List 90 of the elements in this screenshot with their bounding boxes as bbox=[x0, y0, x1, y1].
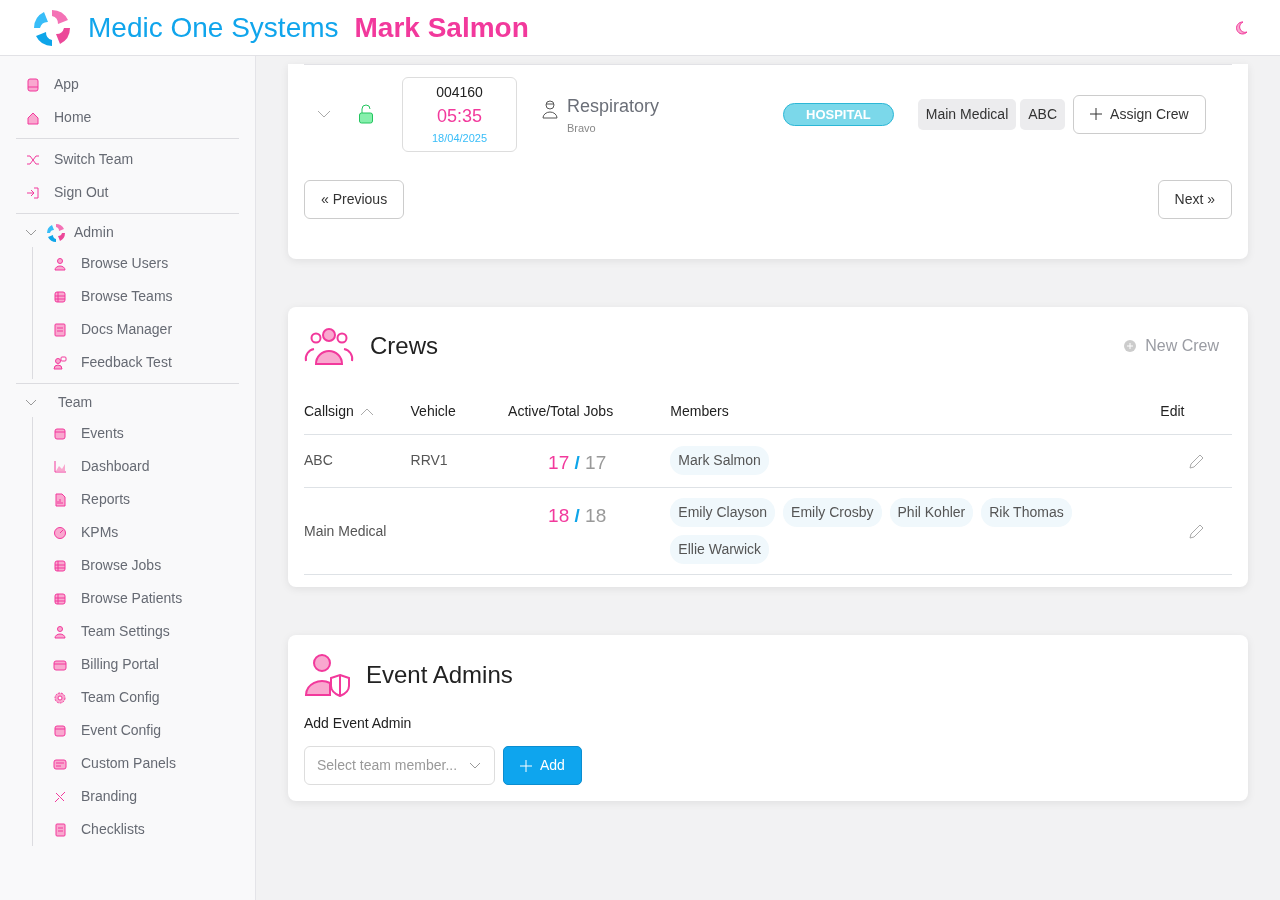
column-header[interactable]: Edit bbox=[1160, 388, 1232, 434]
member-chip: Emily Clayson bbox=[670, 498, 776, 527]
job-subtitle: Bravo bbox=[567, 120, 597, 136]
users-icon bbox=[53, 256, 67, 271]
job-count: 18 / 18 bbox=[548, 505, 607, 526]
member-chip: Mark Salmon bbox=[670, 446, 769, 476]
tablet-icon bbox=[26, 77, 40, 92]
table-icon bbox=[53, 558, 67, 573]
member-chip: Ellie Warwick bbox=[670, 535, 770, 564]
add-button[interactable]: Add bbox=[503, 746, 582, 785]
sidebar-item[interactable]: Browse Jobs bbox=[43, 549, 239, 582]
sidebar-item[interactable]: Team Settings bbox=[43, 615, 239, 648]
document-icon bbox=[53, 322, 67, 337]
job-count: 17 / 17 bbox=[548, 451, 607, 473]
home-icon bbox=[26, 110, 40, 125]
column-header[interactable]: Members bbox=[670, 388, 1161, 434]
calendar-icon bbox=[53, 426, 67, 441]
sidebar-item[interactable]: Team Config bbox=[43, 681, 239, 714]
plus-icon bbox=[1090, 108, 1103, 121]
users-icon bbox=[304, 326, 354, 365]
section-title: Crews bbox=[370, 330, 438, 361]
section-header[interactable]: Team bbox=[58, 392, 93, 413]
pencil-icon[interactable] bbox=[1187, 522, 1206, 541]
logo-icon bbox=[32, 7, 72, 48]
card-icon bbox=[53, 657, 67, 672]
field-label: Add Event Admin bbox=[304, 714, 413, 733]
sign-in-icon bbox=[26, 185, 40, 200]
select-field[interactable]: Select team member... bbox=[304, 746, 495, 785]
new-crew-button[interactable]: New Crew bbox=[1110, 326, 1232, 365]
plus-circle-icon bbox=[1123, 338, 1138, 353]
previous-button[interactable]: « Previous bbox=[304, 179, 405, 219]
sidebar-item[interactable]: Custom Panels bbox=[43, 747, 239, 780]
brand-name: Medic One Systems bbox=[88, 10, 339, 45]
user-shield-icon bbox=[304, 653, 350, 697]
gauge-icon bbox=[53, 525, 67, 540]
user-name: Mark Salmon bbox=[354, 10, 529, 45]
job-summary[interactable]: 004160 05:35 18/04/2025 bbox=[402, 77, 517, 152]
job-type: Respiratory bbox=[567, 94, 660, 118]
medic-person-icon bbox=[541, 98, 559, 119]
column-header[interactable]: Callsign bbox=[304, 388, 411, 434]
gear-icon bbox=[53, 690, 67, 705]
sidebar-item[interactable]: App bbox=[16, 68, 239, 101]
member-chip: Phil Kohler bbox=[889, 498, 974, 527]
sidebar-item[interactable]: Event Config bbox=[43, 714, 239, 747]
member-chip: Emily Crosby bbox=[783, 498, 882, 527]
column-header[interactable]: Active/Total Jobs bbox=[508, 388, 671, 434]
sort-up-icon bbox=[359, 406, 374, 417]
sidebar-item[interactable]: Dashboard bbox=[43, 450, 239, 483]
chart-icon bbox=[53, 459, 67, 474]
file-chart-icon bbox=[53, 492, 67, 507]
sidebar-item[interactable]: Browse Teams bbox=[43, 280, 239, 313]
column-header[interactable]: Vehicle bbox=[410, 388, 509, 434]
sidebar-item[interactable]: Browse Users bbox=[43, 247, 239, 280]
table-cell: ABC bbox=[304, 434, 411, 488]
moon-icon[interactable] bbox=[1234, 20, 1248, 35]
sidebar-item[interactable]: Sign Out bbox=[16, 176, 239, 209]
chat-user-icon bbox=[53, 355, 67, 370]
sidebar-item[interactable]: Switch Team bbox=[16, 143, 239, 176]
section-title: Event Admins bbox=[366, 660, 513, 690]
table-icon bbox=[53, 289, 67, 304]
section-header[interactable]: Admin bbox=[74, 222, 114, 243]
sidebar-item[interactable]: KPMs bbox=[43, 516, 239, 549]
sidebar-item[interactable]: Feedback Test bbox=[43, 346, 239, 379]
sidebar-item[interactable]: Home bbox=[16, 101, 239, 134]
table-cell: Main Medical bbox=[304, 487, 411, 575]
sidebar-item[interactable]: Docs Manager bbox=[43, 313, 239, 346]
calendar-icon bbox=[53, 723, 67, 738]
job-number: 004160 bbox=[435, 83, 484, 102]
assign-crew-button[interactable]: Assign Crew bbox=[1073, 94, 1206, 134]
table-cell: RRV1 bbox=[410, 434, 509, 488]
pencil-icon[interactable] bbox=[1187, 452, 1206, 471]
job-time: 05:35 bbox=[435, 105, 483, 128]
job-date: 18/04/2025 bbox=[430, 131, 489, 146]
plus-icon bbox=[520, 759, 532, 772]
crew-tag: ABC bbox=[1020, 98, 1066, 130]
member-chip: Rik Thomas bbox=[981, 498, 1072, 527]
panel-icon bbox=[53, 756, 67, 771]
next-button[interactable]: Next » bbox=[1157, 179, 1232, 219]
status-badge: HOSPITAL bbox=[783, 102, 894, 126]
table-icon bbox=[53, 591, 67, 606]
sidebar-item[interactable]: Billing Portal bbox=[43, 648, 239, 681]
checklist-icon bbox=[53, 822, 67, 837]
sidebar-item[interactable]: Browse Patients bbox=[43, 582, 239, 615]
sidebar-item[interactable]: Events bbox=[43, 417, 239, 450]
users-icon bbox=[53, 624, 67, 639]
sidebar-item[interactable]: Branding bbox=[43, 780, 239, 813]
crew-tag: Main Medical bbox=[917, 98, 1017, 130]
shuffle-icon bbox=[26, 152, 40, 167]
sidebar-item[interactable]: Checklists bbox=[43, 813, 239, 846]
sidebar-item[interactable]: Reports bbox=[43, 483, 239, 516]
